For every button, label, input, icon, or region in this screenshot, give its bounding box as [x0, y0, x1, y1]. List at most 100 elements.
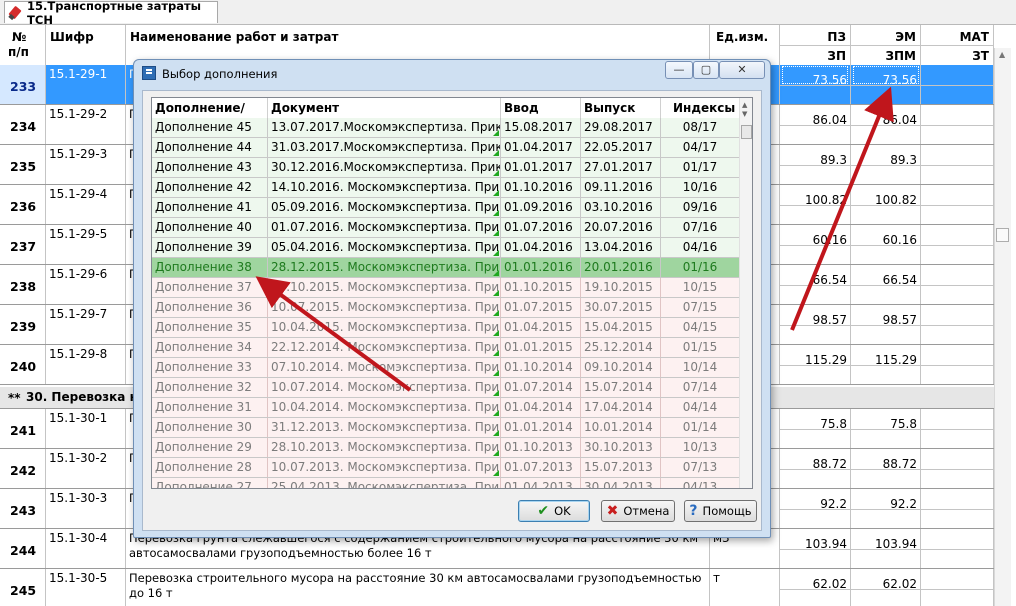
list-item[interactable]: Дополнение 34 22.12.2014. Москомэкспертиз… [152, 338, 740, 358]
row-name-cell[interactable]: Перевозка строительного мусора на рассто… [126, 569, 710, 606]
item-release-date: 09.10.2014 [581, 358, 661, 377]
row-number-cell[interactable]: 233 [0, 65, 46, 104]
item-name: Дополнение 37 [152, 278, 268, 297]
item-release-date-text: 22.05.2017 [584, 140, 653, 154]
item-input-date-text: 01.10.2016 [504, 180, 573, 194]
header-num[interactable]: № п/п [0, 25, 46, 65]
item-name: Дополнение 31 [152, 398, 268, 417]
row-number-cell[interactable]: 245 [0, 569, 46, 606]
list-item[interactable]: Дополнение 33 07.10.2014. Москомэкспертиз… [152, 358, 740, 378]
item-document: 10.04.2015. Москомэкспертиза. Приказ [268, 318, 501, 337]
row-unit: т [713, 571, 720, 585]
list-item[interactable]: Дополнение 36 10.07.2015. Москомэкспертиз… [152, 298, 740, 318]
row-mat-cell[interactable] [921, 569, 994, 606]
tab-title: 15.Транспортные затраты ТСН [27, 0, 202, 27]
list-item[interactable]: Дополнение 42 14.10.2016. Москомэкспертиз… [152, 178, 740, 198]
row-code-cell[interactable]: 15.1-30-3 [46, 489, 126, 528]
row-code-cell[interactable]: 15.1-30-2 [46, 449, 126, 488]
item-name-text: Дополнение 41 [155, 200, 252, 214]
grid-vertical-scrollbar[interactable]: ▲ [994, 48, 1011, 606]
ok-button[interactable]: ✔ OK [518, 500, 590, 522]
col-header-release[interactable]: Выпуск [581, 98, 661, 118]
row-code: 15.1-29-3 [49, 147, 108, 161]
supplement-list[interactable]: Дополнение/изм Документ Ввод Выпуск Инде… [151, 97, 753, 489]
row-code-cell[interactable]: 15.1-29-4 [46, 185, 126, 224]
list-scrollbar-thumb[interactable] [741, 125, 752, 139]
list-item[interactable]: Дополнение 29 28.10.2013. Москомэкспертиз… [152, 438, 740, 458]
row-code-cell[interactable]: 15.1-29-5 [46, 225, 126, 264]
row-number-cell[interactable]: 237 [0, 225, 46, 264]
item-index: 01/14 [661, 418, 740, 437]
list-item[interactable]: Дополнение 38 28.12.2015. Москомэкспертиз… [152, 258, 740, 278]
list-scroll-down-icon[interactable]: ▼ [742, 110, 747, 118]
maximize-button[interactable]: ▢ [693, 61, 719, 79]
row-unit-cell[interactable]: т [710, 569, 780, 606]
close-button[interactable]: ✕ [719, 61, 765, 79]
row-number-cell[interactable]: 236 [0, 185, 46, 224]
help-button[interactable]: ? Помощь [684, 500, 757, 522]
row-code-cell[interactable]: 15.1-30-1 [46, 409, 126, 448]
item-index-text: 04/17 [682, 140, 718, 154]
item-name-text: Дополнение 43 [155, 160, 252, 174]
item-input-date: 01.04.2014 [501, 398, 581, 417]
row-code-cell[interactable]: 15.1-30-5 [46, 569, 126, 606]
row-em-cell[interactable]: 62.02 [851, 569, 921, 606]
list-item[interactable]: Дополнение 43 30.12.2016.Москомэкспертиза… [152, 158, 740, 178]
row-number-cell[interactable]: 239 [0, 305, 46, 344]
scrollbar-thumb[interactable] [996, 228, 1009, 242]
row-number-cell[interactable]: 234 [0, 105, 46, 144]
col-header-input[interactable]: Ввод [501, 98, 581, 118]
row-code-cell[interactable]: 15.1-29-8 [46, 345, 126, 384]
list-scroll-up-icon[interactable]: ▲ [742, 101, 747, 109]
item-document: 30.12.2016.Москомэкспертиза. Приказ № [268, 158, 501, 177]
list-item[interactable]: Дополнение 41 05.09.2016. Москомэкспертиз… [152, 198, 740, 218]
item-input-date: 01.07.2015 [501, 298, 581, 317]
row-number-cell[interactable]: 238 [0, 265, 46, 304]
row-code: 15.1-30-5 [49, 571, 108, 585]
row-code-cell[interactable]: 15.1-29-1 [46, 65, 126, 104]
row-number-cell[interactable]: 235 [0, 145, 46, 184]
list-item[interactable]: Дополнение 27 25.04.2013. Москомэкспертиз… [152, 478, 740, 488]
row-number-cell[interactable]: 240 [0, 345, 46, 384]
list-item[interactable]: Дополнение 32 10.07.2014. Москомэкспертиз… [152, 378, 740, 398]
col-header-index[interactable]: Индексы [661, 98, 740, 118]
row-divider [780, 165, 994, 166]
row-number-cell[interactable]: 243 [0, 489, 46, 528]
tab-transport-costs[interactable]: 15.Транспортные затраты ТСН [4, 0, 218, 27]
item-document-text: 01.07.2016. Москомэкспертиза. Приказ [271, 220, 501, 234]
list-item[interactable]: Дополнение 35 10.04.2015. Москомэкспертиз… [152, 318, 740, 338]
row-code-cell[interactable]: 15.1-30-4 [46, 529, 126, 568]
item-input-date-text: 01.01.2017 [504, 160, 573, 174]
list-item[interactable]: Дополнение 45 13.07.2017.Москомэкспертиза… [152, 118, 740, 138]
item-document: 31.03.2017.Москомэкспертиза. Приказ № [268, 138, 501, 157]
list-item[interactable]: Дополнение 31 10.04.2014. Москомэкспертиз… [152, 398, 740, 418]
row-divider [780, 325, 994, 326]
row-number-cell[interactable]: 242 [0, 449, 46, 488]
col-header-supplement[interactable]: Дополнение/изм [152, 98, 268, 129]
row-code-cell[interactable]: 15.1-29-3 [46, 145, 126, 184]
list-item[interactable]: Дополнение 39 05.04.2016. Москомэкспертиз… [152, 238, 740, 258]
row-code-cell[interactable]: 15.1-29-6 [46, 265, 126, 304]
col-header-document[interactable]: Документ [268, 98, 501, 118]
list-vertical-scrollbar[interactable]: ▲ ▼ [739, 98, 752, 488]
row-number-cell[interactable]: 244 [0, 529, 46, 568]
header-mat-label: МАТ [959, 30, 989, 44]
scroll-up-icon[interactable]: ▲ [999, 50, 1005, 59]
row-code: 15.1-29-2 [49, 107, 108, 121]
table-row[interactable]: 245 15.1-30-5 Перевозка строительного мусо… [0, 569, 994, 606]
list-item[interactable]: Дополнение 37 14.10.2015. Москомэкспертиз… [152, 278, 740, 298]
list-item[interactable]: Дополнение 30 31.12.2013. Москомэкспертиз… [152, 418, 740, 438]
dialog-titlebar[interactable]: Выбор дополнения — ▢ ✕ [134, 60, 770, 87]
list-item[interactable]: Дополнение 44 31.03.2017.Москомэкспертиза… [152, 138, 740, 158]
item-document: 25.04.2013. Москомэкспертиза. Приказ [268, 478, 501, 488]
row-number-cell[interactable]: 241 [0, 409, 46, 448]
minimize-button[interactable]: — [665, 61, 693, 79]
list-item[interactable]: Дополнение 28 10.07.2013. Москомэкспертиз… [152, 458, 740, 478]
header-code[interactable]: Шифр [46, 25, 126, 65]
cancel-button[interactable]: ✖ Отмена [601, 500, 675, 522]
row-pz-cell[interactable]: 62.02 [780, 569, 851, 606]
list-item[interactable]: Дополнение 40 01.07.2016. Москомэкспертиз… [152, 218, 740, 238]
row-code: 15.1-30-4 [49, 531, 108, 545]
row-code-cell[interactable]: 15.1-29-7 [46, 305, 126, 344]
row-code-cell[interactable]: 15.1-29-2 [46, 105, 126, 144]
